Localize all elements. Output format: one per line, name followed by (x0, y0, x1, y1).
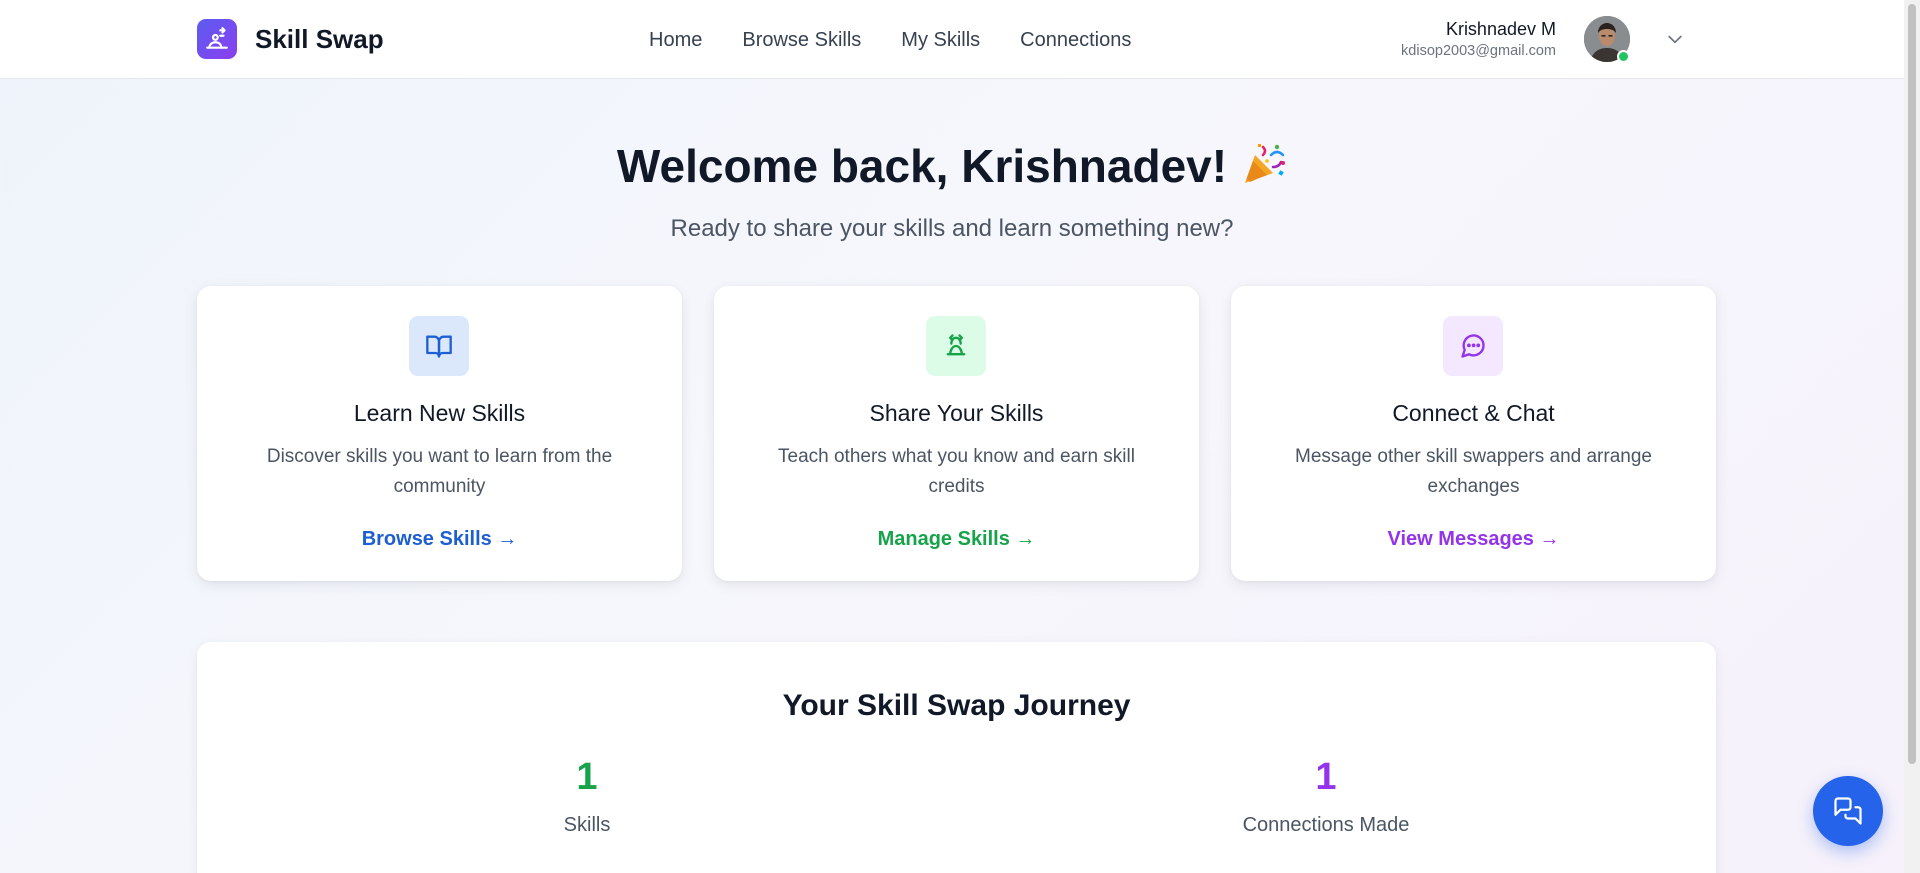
welcome-subtitle: Ready to share your skills and learn som… (670, 215, 1234, 242)
skill-share-icon (946, 334, 966, 356)
card-share-your-skills: Share Your Skills Teach others what you … (714, 286, 1199, 581)
top-header: Skill Swap Home Browse Skills My Skills … (0, 0, 1904, 79)
card-title: Share Your Skills (869, 400, 1044, 426)
nav-my-skills[interactable]: My Skills (901, 28, 980, 52)
stat-label: Skills (563, 814, 611, 836)
stat-skills: 1 Skills (387, 754, 787, 838)
card-description: Message other skill swappers and arrange… (1295, 446, 1652, 497)
journey-title: Your Skill Swap Journey (782, 689, 1131, 722)
user-info[interactable]: Krishnadev M kdisop2003@gmail.com (1401, 16, 1556, 60)
journey-panel: Your Skill Swap Journey 1 Skills 1 Conne… (197, 642, 1716, 873)
brand[interactable]: Skill Swap (197, 19, 384, 59)
welcome-heading-text: Welcome back, Krishnadev! (616, 140, 1228, 192)
nav-connections[interactable]: Connections (1020, 28, 1131, 52)
chevron-down-icon (1668, 35, 1682, 44)
card-icon-wrapper (1443, 316, 1503, 376)
scrollbar-thumb[interactable] (1908, 4, 1916, 764)
card-icon-wrapper (926, 316, 986, 376)
stat-label: Connections Made (1242, 814, 1410, 836)
card-title: Connect & Chat (1392, 400, 1555, 426)
manage-skills-link[interactable]: Manage Skills → (714, 526, 1199, 552)
stat-value: 1 (1315, 756, 1337, 798)
user-name: Krishnadev M (1445, 19, 1556, 39)
browse-skills-link[interactable]: Browse Skills → (197, 526, 682, 552)
chat-bubbles-icon (1834, 797, 1862, 825)
card-title: Learn New Skills (353, 400, 526, 426)
nav-home[interactable]: Home (649, 28, 702, 52)
card-description: Teach others what you know and earn skil… (778, 446, 1135, 497)
main-nav: Home Browse Skills My Skills Connections (649, 28, 1131, 52)
card-learn-new-skills: Learn New Skills Discover skills you wan… (197, 286, 682, 581)
welcome-heading: Welcome back, Krishnadev! (0, 138, 1904, 199)
message-circle-icon (1461, 334, 1485, 358)
party-popper-icon (1241, 141, 1287, 199)
online-status-indicator (1617, 50, 1630, 63)
user-menu-dropdown[interactable] (1664, 28, 1686, 50)
nav-browse-skills[interactable]: Browse Skills (742, 28, 861, 52)
chat-fab-button[interactable] (1813, 776, 1883, 846)
skill-swap-logo-icon (197, 19, 237, 59)
view-messages-link[interactable]: View Messages → (1231, 526, 1716, 552)
card-icon-wrapper (409, 316, 469, 376)
user-email: kdisop2003@gmail.com (1401, 43, 1556, 59)
card-description: Discover skills you want to learn from t… (266, 446, 613, 497)
page-scrollbar[interactable] (1904, 0, 1920, 873)
stat-connections: 1 Connections Made (1126, 754, 1526, 838)
stat-value: 1 (576, 756, 598, 798)
card-connect-chat: Connect & Chat Message other skill swapp… (1231, 286, 1716, 581)
book-open-icon (426, 335, 452, 358)
brand-name: Skill Swap (255, 23, 384, 54)
